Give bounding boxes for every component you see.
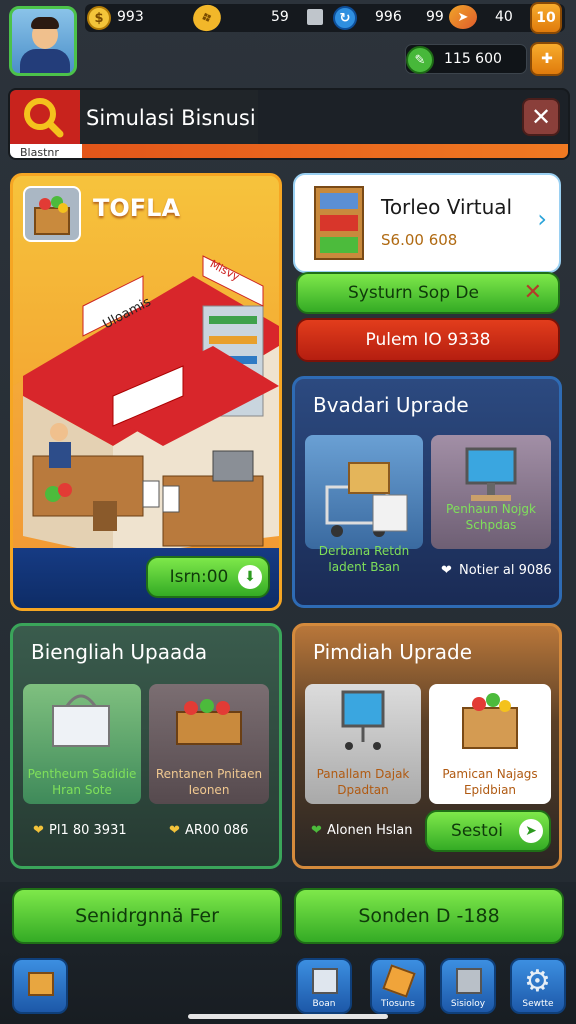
cash-icon: ✎ [406,46,434,74]
system-button[interactable]: Systurn Sop De ✕ [296,272,560,314]
level-value: 40 [495,9,513,25]
virtual-store-card[interactable]: Torleo Virtual S6.00 608 › [293,173,561,273]
heart-icon: ❤ [441,563,452,578]
upgrade-panel-blue: Bvadari Uprade Derbana Retdn Iadent Bsan… [292,376,562,608]
header-logo-bg [10,90,80,146]
box-icon [462,693,518,749]
upgrade-panel-orange: Pimdiah Uprade Panallam Dajak Dpadtan Pa… [292,623,562,869]
cash-value: 115 600 [444,51,502,67]
rating-value: 99 [426,9,444,25]
gems-value: 59 [271,9,289,25]
bag-icon [52,694,110,747]
energy-value: 996 [375,9,402,25]
orange-panel-action-button[interactable]: Sestoi ➤ [425,810,551,852]
header-stripe [10,144,568,158]
system-button-label: Systurn Sop De [348,283,479,303]
header-subtitle: Blastnr [20,146,59,159]
nav-button[interactable]: Tiosuns [370,958,426,1014]
heart-icon: ❤ [169,823,180,838]
gear-icon: ⚙ [524,964,551,999]
game-screen: $ 993 ❖ 59 ↻ 996 99 ➤ 40 10 115 600 ✎ ✚ … [0,0,576,1024]
store-illustration [13,255,279,556]
tile-label: Rentanen Pnitaen Ieonen [155,767,263,797]
cube-icon [312,968,338,994]
book-icon [456,968,482,994]
panel-green-title: Biengliah Upaada [31,640,208,664]
virtual-store-price: S6.00 608 [381,231,458,249]
magnifier-icon [24,98,64,138]
panel-orange-title: Pimdiah Uprade [313,640,473,664]
tile-price: Alonen Hslan [327,823,413,838]
home-indicator [188,1014,388,1019]
heart-icon: ❤ [33,823,44,838]
arrow-down-icon: ⬇ [238,565,262,589]
avatar-suit [20,49,70,73]
nav-button[interactable]: ⚙ Sewtte [510,958,566,1014]
nav-label: Boan [312,999,336,1009]
red-action-button[interactable]: Pulem IO 9338 [296,318,560,362]
basket-icon [176,699,242,745]
tile-label: Penhaun Nojgk Schpdas [446,502,536,532]
tile-price: AR00 086 [185,823,249,838]
tile-label: Derbana Retdn Iadent Bsan [318,544,410,574]
red-action-label: Pulem IO 9338 [365,330,491,350]
store-title: TOFLA [93,194,181,222]
upgrade-tile[interactable]: Panallam Dajak Dpadtan [305,684,421,804]
close-icon: ✕ [530,103,552,131]
upgrade-panel-green: Biengliah Upaada Pentheum Sadidie Hran S… [10,623,282,869]
bottom-right-label: Sonden D -188 [358,905,500,927]
avatar-hair [31,17,59,29]
add-cash-button[interactable]: ✚ [530,42,564,76]
upgrade-tile[interactable]: Pentheum Sadidie Hran Sote [23,684,141,804]
box-icon [28,972,54,996]
store-action-label: Isrn:00 [169,567,229,587]
heart-icon: ❤ [311,823,322,838]
close-icon[interactable]: ✕ [524,280,542,305]
nav-label: Sisioloy [450,999,486,1009]
virtual-store-title: Torleo Virtual [381,195,513,219]
nav-button[interactable]: Sisioloy [440,958,496,1014]
close-button[interactable]: ✕ [522,98,560,136]
refresh-icon: ↻ [333,6,357,30]
arrow-right-icon: ➤ [519,819,543,843]
store-card[interactable]: TOFLA Uloamis Misvy Isrn:00 ⬇ [10,173,282,611]
bottom-left-label: Senidrgnnä Fer [75,905,219,927]
ticket-icon: ❖ [189,0,225,36]
upgrade-tile[interactable]: Pamican Najags Epidbian [429,684,551,804]
tile-price: Notier al 9086 [459,563,552,578]
nav-label: Sewtte [522,999,554,1009]
upgrade-tile[interactable]: Rentanen Pnitaen Ieonen [149,684,269,804]
nav-button[interactable]: Boan [296,958,352,1014]
tile-label: Pentheum Sadidie Hran Sote [27,767,137,797]
tools-icon [382,964,416,998]
chevron-right-icon: › [537,205,547,233]
level-button[interactable]: 10 [530,2,562,34]
coin-icon: $ [87,6,111,30]
rocket-icon: ➤ [449,5,477,29]
bottom-right-button[interactable]: Sonden D -188 [294,888,564,944]
tile-label: Pamican Najags Epidbian [442,767,538,797]
cart-icon [325,462,408,537]
kiosk-icon [341,690,385,750]
box-icon [307,9,323,25]
panel-blue-title: Bvadari Uprade [313,393,469,417]
bottom-left-button[interactable]: Senidrgnnä Fer [12,888,282,944]
resource-bar: $ 993 ❖ 59 ↻ 996 99 ➤ 40 [85,0,565,36]
orange-panel-action-label: Sestoi [451,821,503,841]
store-box-icon [23,186,81,242]
player-avatar[interactable] [9,6,77,76]
store-action-button[interactable]: Isrn:00 ⬇ [146,556,270,598]
nav-label: Tiosuns [380,999,415,1009]
page-header: Simulasi Bisnusi Blastnr ✕ [8,88,570,160]
coins-value: 993 [117,9,144,25]
shelf-icon [314,186,364,260]
tile-label: Panallam Dajak Dpadtan [316,767,410,797]
nav-box-button[interactable] [12,958,68,1014]
page-title: Simulasi Bisnusi [80,90,258,146]
tile-price: Pl1 80 3931 [49,823,127,838]
upgrade-tile[interactable] [305,435,423,549]
